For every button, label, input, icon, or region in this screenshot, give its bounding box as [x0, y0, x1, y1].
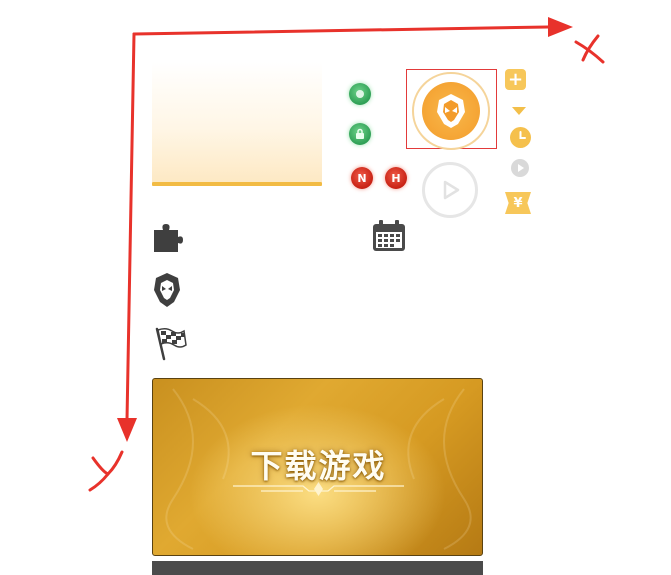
download-game-banner[interactable]: 下载游戏	[152, 378, 483, 556]
x-axis-arrow-line	[132, 25, 550, 36]
puzzle-icon	[154, 224, 183, 252]
caret-down-icon[interactable]	[512, 107, 526, 115]
y-axis-arrowhead	[117, 418, 137, 442]
x-axis-arrowhead	[548, 17, 573, 37]
currency-ticket[interactable]: ¥	[505, 192, 531, 214]
circle-icon	[356, 90, 364, 98]
badge-h-label: H	[391, 171, 401, 185]
small-play-button[interactable]	[511, 159, 529, 177]
add-button[interactable]: +	[505, 69, 526, 90]
y-axis-arrow-line	[125, 32, 136, 422]
header-underline	[152, 182, 322, 186]
helmet-icon	[437, 94, 465, 128]
currency-label: ¥	[513, 195, 523, 211]
banner-footer-bar	[152, 561, 483, 575]
checkered-flag-icon	[155, 327, 187, 361]
lock-icon	[356, 128, 364, 139]
banner-title: 下载游戏	[250, 447, 387, 485]
play-icon	[443, 180, 460, 200]
x-axis-label: X	[640, 19, 641, 21]
helmet-icon	[154, 273, 180, 307]
y-axis-label: Y	[5, 569, 6, 571]
calendar-button[interactable]	[372, 220, 406, 252]
header-panel	[152, 62, 322, 182]
badge-h[interactable]: H	[385, 167, 407, 189]
badge-n[interactable]: N	[351, 167, 373, 189]
plugin-button[interactable]	[152, 220, 186, 254]
race-button[interactable]	[152, 325, 187, 361]
clock-icon[interactable]	[510, 127, 531, 148]
play-icon	[518, 164, 524, 172]
avatar-badge	[422, 82, 480, 140]
status-dot-lock[interactable]	[349, 123, 371, 145]
status-dot-online[interactable]	[349, 83, 371, 105]
play-button[interactable]	[422, 162, 478, 218]
calendar-icon	[373, 220, 405, 251]
avatar[interactable]	[412, 72, 490, 150]
plus-icon: +	[507, 69, 524, 90]
team-button[interactable]	[152, 272, 186, 307]
clock-hands	[519, 131, 526, 139]
badge-n-label: N	[357, 171, 367, 185]
